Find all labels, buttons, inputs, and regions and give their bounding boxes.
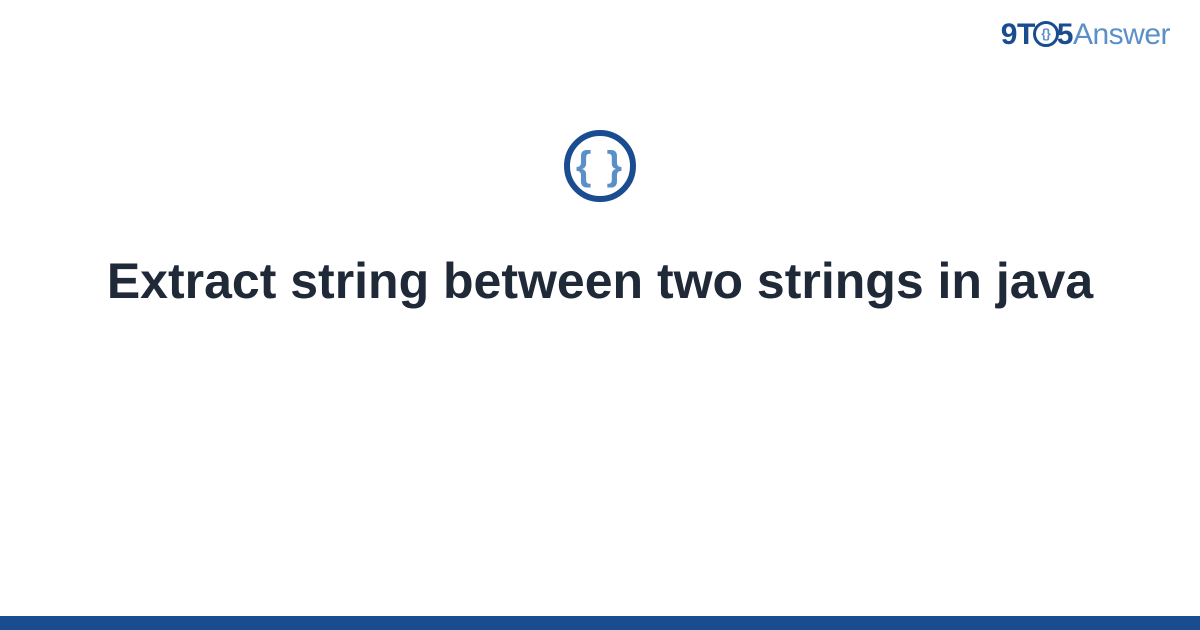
code-braces-icon: { }: [564, 130, 636, 202]
site-logo: 9T5Answer: [1001, 18, 1170, 52]
logo-part-9: 9: [1001, 18, 1017, 51]
page-title: Extract string between two strings in ja…: [0, 250, 1200, 313]
logo-part-answer: Answer: [1073, 18, 1170, 51]
logo-part-5: 5: [1057, 18, 1073, 51]
braces-glyph: { }: [576, 146, 624, 186]
footer-accent-bar: [0, 616, 1200, 630]
logo-zero-icon: [1033, 21, 1059, 47]
main-content: { } Extract string between two strings i…: [0, 130, 1200, 313]
